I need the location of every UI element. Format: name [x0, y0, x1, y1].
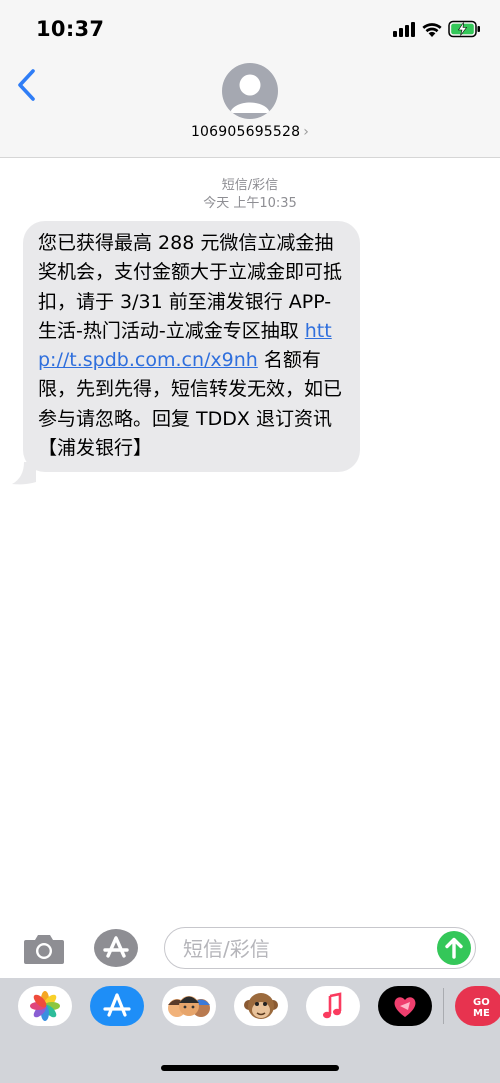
person-icon	[230, 74, 270, 113]
gamepigeon-icon[interactable]: GO ME	[455, 986, 500, 1026]
contact-number: 106905695528	[190, 124, 301, 140]
composer-bar	[0, 920, 500, 978]
animoji-monkey-icon[interactable]	[234, 986, 288, 1026]
chevron-left-icon[interactable]	[14, 68, 40, 102]
wifi-icon	[422, 23, 442, 37]
chevron-right-icon: ›	[303, 124, 310, 140]
message-text: 您已获得最高 288 元微信立减金抽奖机会，支付金额大于立减金即可抵扣，请于 3…	[38, 232, 343, 342]
contact-name[interactable]: 106905695528 ›	[0, 124, 500, 140]
message-bubble[interactable]: 您已获得最高 288 元微信立减金抽奖机会，支付金额大于立减金即可抵扣，请于 3…	[23, 221, 360, 473]
app-partial-label: GO ME	[473, 997, 490, 1019]
battery-charging-icon	[448, 20, 480, 38]
message-timestamp: 今天 上午10:35	[203, 196, 297, 211]
bubble-tail	[12, 462, 36, 485]
app-store-button[interactable]	[94, 929, 138, 967]
digital-touch-icon[interactable]	[378, 986, 432, 1026]
app-store-icon	[103, 936, 129, 958]
signal-icon	[393, 21, 415, 37]
photos-icon[interactable]	[18, 986, 72, 1026]
camera-icon[interactable]	[22, 933, 66, 965]
memoji-icon[interactable]	[162, 986, 216, 1026]
music-icon[interactable]	[306, 986, 360, 1026]
drawer-separator	[443, 988, 444, 1024]
message-input-container[interactable]	[164, 927, 476, 969]
app-store-icon[interactable]	[90, 986, 144, 1026]
conversation-header: 10:37 106905695528 ›	[0, 0, 500, 158]
contact-avatar[interactable]	[222, 63, 278, 119]
message-input[interactable]	[181, 934, 425, 964]
send-arrow-icon	[445, 937, 463, 959]
message-type-label: 短信/彩信	[221, 178, 279, 193]
status-time: 10:37	[36, 17, 105, 41]
send-button[interactable]	[437, 931, 471, 965]
home-indicator[interactable]	[161, 1065, 339, 1071]
